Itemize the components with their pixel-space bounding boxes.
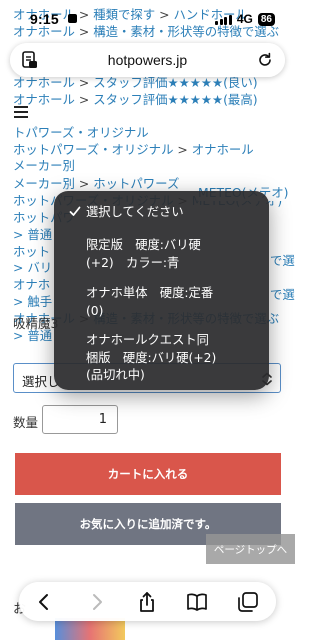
dropdown-option[interactable]: オナホ単体 硬度:定番 (0) [86,285,261,320]
breadcrumb-row: メーカー別 [13,158,295,174]
option-line: (品切れ中) [86,368,145,382]
breadcrumb-link[interactable]: ホットパワーズ・オリジナル [13,142,173,157]
url-host[interactable]: hotpowers.jp [10,52,285,68]
status-time: 9:15 [30,11,59,27]
breadcrumb-link[interactable]: メーカー別 [13,176,75,191]
url-bar[interactable]: hotpowers.jp [10,43,285,77]
share-icon[interactable] [136,591,158,613]
product-image-fragment [55,618,125,640]
network-label: 4G [236,12,253,26]
breadcrumb-fragment[interactable]: で選ぶ [270,253,295,269]
breadcrumb-link[interactable]: オナホール [13,75,75,90]
option-line: 限定版 硬度:バリ硬 [86,238,201,252]
reload-icon[interactable] [257,52,273,68]
breadcrumb-link[interactable]: ホットパワーズ [93,176,179,191]
breadcrumb-separator: > [74,92,94,107]
option-line: 梱版 硬度:バリ硬(+2) [86,350,217,365]
browser-toolbar [19,582,276,621]
breadcrumb-link[interactable]: スタッフ評価★★★★★(最高) [93,92,257,107]
forward-icon[interactable] [86,591,108,613]
dropdown-option[interactable]: 選択してください [86,204,261,222]
breadcrumb-fragment[interactable]: で選ぶ [270,287,295,303]
breadcrumb-link[interactable]: オナホ [13,277,50,292]
breadcrumb-link[interactable]: オナホール [192,142,254,157]
breadcrumb-link[interactable]: トパワーズ・オリジナル [13,125,149,140]
option-line: オナホ単体 硬度:定番 [86,286,214,300]
option-line: (0) [86,303,104,318]
dropdown-option[interactable]: オナホールクエスト同 梱版 硬度:バリ硬(+2) (品切れ中) [86,332,261,385]
quantity-input[interactable]: 1 [42,405,118,434]
breadcrumb-link[interactable]: > バリ [13,260,52,275]
breadcrumb-row: オナホール > スタッフ評価★★★★★(良い) [13,75,295,91]
hamburger-icon[interactable] [14,106,28,118]
breadcrumb-separator: > [173,142,192,157]
tabs-icon[interactable] [237,591,259,613]
breadcrumb-link[interactable]: メーカー別 [13,158,75,173]
breadcrumb-separator: > [74,176,94,191]
breadcrumb-separator: > [74,75,94,90]
page-top-button[interactable]: ページトップへ [206,534,295,564]
breadcrumb-row: トパワーズ・オリジナル [13,125,295,141]
back-icon[interactable] [33,591,55,613]
select-dropdown-menu: 選択してください 限定版 硬度:バリ硬 (+2) カラー:青 オナホ単体 硬度:… [54,191,269,390]
dropdown-option[interactable]: 限定版 硬度:バリ硬 (+2) カラー:青 [86,237,261,272]
breadcrumb-link[interactable]: スタッフ評価★★★★★(良い) [93,75,257,90]
quantity-label: 数量 [13,415,39,430]
section-label: 吸精魔3 [13,316,59,331]
breadcrumb-link[interactable]: ホット [13,244,50,259]
signal-icon [215,14,232,25]
bookmarks-icon[interactable] [186,591,208,613]
battery-badge: 86 [257,12,275,26]
breadcrumb-link[interactable]: > 普通 [13,227,52,242]
breadcrumb-link[interactable]: > 触手 [13,294,52,309]
lock-icon [68,14,77,23]
option-line: オナホールクエスト同 [86,333,209,347]
checkmark-icon [69,206,81,216]
option-line: (+2) カラー:青 [86,255,180,270]
breadcrumb-link[interactable]: オナホール [13,92,75,107]
breadcrumb-row: オナホール > スタッフ評価★★★★★(最高) [13,92,295,108]
breadcrumb-row: ホットパワーズ・オリジナル > オナホール [13,142,295,158]
add-to-cart-button[interactable]: カートに入れる [15,453,281,495]
option-line: 選択してください [86,205,184,219]
status-bar: 9:15 4G 86 [0,0,295,40]
